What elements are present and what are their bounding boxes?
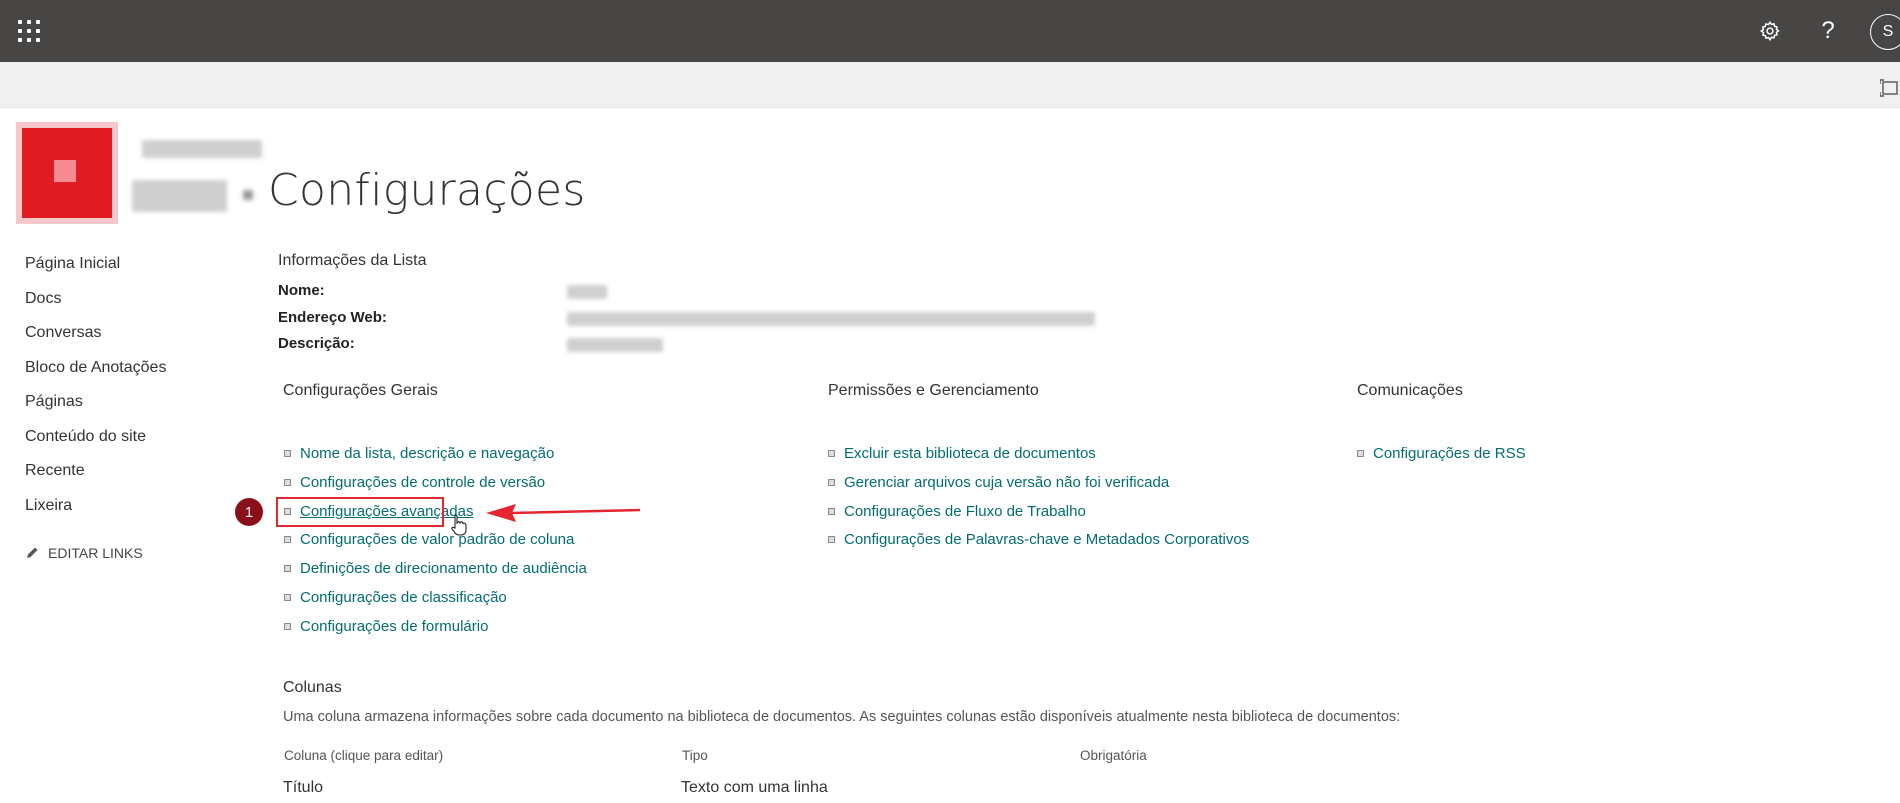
columns-heading: Colunas [283,679,342,696]
redacted-library-name [132,180,227,212]
link-rss-settings[interactable]: Configurações de RSS [1373,445,1526,462]
link-metadata-keywords-settings[interactable]: Configurações de Palavras-chave e Metada… [844,531,1249,548]
waffle-icon[interactable] [18,20,40,42]
column-header-name: Coluna (clique para editar) [284,748,444,763]
nav-item-pages[interactable]: Páginas [25,390,225,425]
bullet-icon [284,623,291,630]
command-bar [0,62,1900,108]
pencil-icon [27,547,38,558]
nav-item-site-contents[interactable]: Conteúdo do site [25,425,225,460]
redacted-site-name [142,140,262,158]
redacted-description-value [567,338,663,352]
link-audience-targeting-settings[interactable]: Definições de direcionamento de audiênci… [300,560,587,577]
bullet-icon [284,565,291,572]
column-row-type: Texto com uma linha [681,779,828,796]
link-manage-checked-out-files[interactable]: Gerenciar arquivos cuja versão não foi v… [844,474,1169,491]
avatar[interactable]: S [1870,14,1900,50]
general-settings-heading: Configurações Gerais [283,382,438,399]
bullet-icon [828,450,835,457]
column-header-required: Obrigatória [1080,748,1147,763]
bullet-icon [1357,450,1364,457]
annotation-arrow-icon [486,504,641,522]
list-item: Definições de direcionamento de audiênci… [284,560,587,577]
gear-icon[interactable] [1755,16,1785,46]
list-item: Gerenciar arquivos cuja versão não foi v… [828,474,1169,491]
left-navigation: Página Inicial Docs Conversas Bloco de A… [25,252,225,528]
list-item: Nome da lista, descrição e navegação [284,445,554,462]
link-workflow-settings[interactable]: Configurações de Fluxo de Trabalho [844,503,1086,520]
bullet-icon [284,450,291,457]
suite-bar: ? S [0,0,1900,62]
list-item: Configurações de classificação [284,589,507,606]
help-icon[interactable]: ? [1813,16,1843,46]
nav-item-recycle-bin[interactable]: Lixeira [25,494,225,529]
column-header-type: Tipo [682,748,708,763]
bullet-icon [284,479,291,486]
bullet-icon [284,536,291,543]
permissions-heading: Permissões e Gerenciamento [828,382,1039,399]
link-list-name-description-navigation[interactable]: Nome da lista, descrição e navegação [300,445,554,462]
list-item: Configurações de RSS [1357,445,1526,462]
page-title: Configurações [268,165,586,216]
description-label: Descrição: [278,335,355,352]
list-item: Configurações de Palavras-chave e Metada… [828,531,1249,548]
breadcrumb-separator [243,190,253,200]
nav-item-conversations[interactable]: Conversas [25,321,225,356]
columns-description: Uma coluna armazena informações sobre ca… [283,709,1401,725]
link-column-default-value-settings[interactable]: Configurações de valor padrão de coluna [300,531,574,548]
edit-links-label: EDITAR LINKS [48,545,143,561]
nav-item-home[interactable]: Página Inicial [25,252,225,287]
site-logo-mark [54,160,76,182]
redacted-name-value [567,285,607,299]
bullet-icon [284,594,291,601]
bullet-icon [828,536,835,543]
list-item: Configurações de formulário [284,618,488,635]
edit-links-button[interactable]: EDITAR LINKS [25,545,143,561]
list-item: Configurações de controle de versão [284,474,545,491]
link-rating-settings[interactable]: Configurações de classificação [300,589,507,606]
nav-item-recent[interactable]: Recente [25,459,225,494]
list-item: Excluir esta biblioteca de documentos [828,445,1096,462]
highlight-box [276,497,444,527]
web-address-label: Endereço Web: [278,309,387,326]
bullet-icon [828,508,835,515]
nav-item-docs[interactable]: Docs [25,287,225,322]
list-item: Configurações de Fluxo de Trabalho [828,503,1086,520]
hand-cursor-icon [451,514,467,536]
focus-mode-icon[interactable] [1879,79,1900,97]
column-row-title-link[interactable]: Título [283,779,323,797]
bullet-icon [828,479,835,486]
step-badge: 1 [235,498,263,526]
list-item: Configurações de valor padrão de coluna [284,531,574,548]
link-delete-library[interactable]: Excluir esta biblioteca de documentos [844,445,1096,462]
link-form-settings[interactable]: Configurações de formulário [300,618,488,635]
communications-heading: Comunicações [1357,382,1463,399]
site-logo[interactable] [22,128,112,218]
list-info-heading: Informações da Lista [278,252,427,269]
redacted-web-address-value [567,312,1095,326]
link-versioning-settings[interactable]: Configurações de controle de versão [300,474,545,491]
name-label: Nome: [278,282,325,299]
nav-item-notebook[interactable]: Bloco de Anotações [25,356,225,391]
